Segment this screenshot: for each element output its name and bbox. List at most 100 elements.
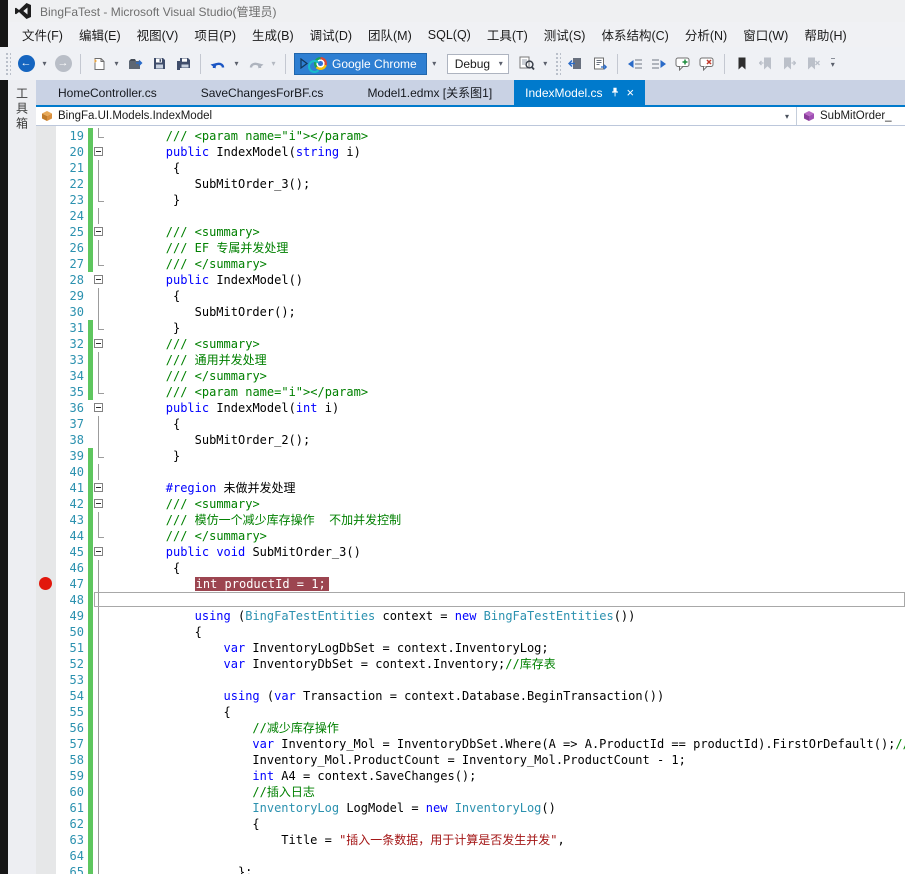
close-tab-icon[interactable]: × bbox=[627, 87, 635, 99]
outline-margin[interactable] bbox=[94, 496, 108, 512]
outline-margin[interactable] bbox=[94, 480, 108, 496]
breakpoint-margin[interactable] bbox=[36, 448, 56, 464]
code-text[interactable]: int productId = 1; bbox=[108, 576, 329, 592]
breakpoint-margin[interactable] bbox=[36, 752, 56, 768]
breakpoint-margin[interactable] bbox=[36, 368, 56, 384]
breakpoint-margin[interactable] bbox=[36, 304, 56, 320]
breakpoint-margin[interactable] bbox=[36, 352, 56, 368]
breakpoint-margin[interactable] bbox=[36, 128, 56, 144]
collapse-box-icon[interactable] bbox=[94, 547, 103, 556]
menu-item[interactable]: 调试(D) bbox=[302, 21, 360, 48]
code-text[interactable]: { bbox=[108, 560, 180, 576]
code-text[interactable]: } bbox=[108, 448, 180, 464]
menu-item[interactable]: 测试(S) bbox=[536, 21, 594, 48]
code-text[interactable]: InventoryLog LogModel = new InventoryLog… bbox=[108, 800, 556, 816]
breakpoint-margin[interactable] bbox=[36, 768, 56, 784]
member-dropdown[interactable]: SubMitOrder_ bbox=[796, 107, 905, 125]
outline-margin[interactable] bbox=[94, 336, 108, 352]
toolbar-grip[interactable] bbox=[5, 52, 11, 76]
toolbox-tab[interactable]: 工具箱 bbox=[14, 87, 31, 145]
breakpoint-margin[interactable] bbox=[36, 720, 56, 736]
code-text[interactable]: /// 通用并发处理 bbox=[108, 352, 267, 368]
start-debug-dropdown[interactable]: ▾ bbox=[429, 59, 440, 68]
toggle-bookmark-button[interactable] bbox=[731, 53, 753, 75]
code-text[interactable]: public IndexModel() bbox=[108, 272, 303, 288]
breakpoint-margin[interactable] bbox=[36, 512, 56, 528]
code-text[interactable]: var InventoryLogDbSet = context.Inventor… bbox=[108, 640, 549, 656]
breakpoint-margin[interactable] bbox=[36, 736, 56, 752]
breakpoint-margin[interactable] bbox=[36, 608, 56, 624]
breakpoint-margin[interactable] bbox=[36, 688, 56, 704]
code-text[interactable]: SubMitOrder_3(); bbox=[108, 176, 310, 192]
collapse-box-icon[interactable] bbox=[94, 499, 103, 508]
code-text[interactable]: SubMitOrder(); bbox=[108, 304, 296, 320]
code-text[interactable]: { bbox=[108, 624, 202, 640]
menu-item[interactable]: 工具(T) bbox=[479, 21, 536, 48]
find-in-files-button[interactable] bbox=[516, 53, 538, 75]
code-text[interactable]: }; bbox=[108, 864, 252, 874]
code-text[interactable]: { bbox=[108, 704, 231, 720]
debug-config-dropdown[interactable]: Debug ▾ bbox=[447, 54, 509, 74]
code-text[interactable]: /// <param name="i"></param> bbox=[108, 384, 368, 400]
code-text[interactable]: } bbox=[108, 192, 180, 208]
code-text[interactable]: //插入日志 bbox=[108, 784, 315, 800]
code-text[interactable]: public IndexModel(string i) bbox=[108, 144, 361, 160]
breakpoint-margin[interactable] bbox=[36, 400, 56, 416]
navigate-forward-button[interactable]: → bbox=[52, 53, 74, 75]
breakpoint-margin[interactable] bbox=[36, 864, 56, 874]
redo-button[interactable] bbox=[244, 53, 266, 75]
code-text[interactable]: /// 模仿一个减少库存操作 不加并发控制 bbox=[108, 512, 401, 528]
menu-item[interactable]: 窗口(W) bbox=[735, 21, 796, 48]
open-file-button[interactable] bbox=[124, 53, 146, 75]
code-text[interactable]: using (var Transaction = context.Databas… bbox=[108, 688, 664, 704]
breakpoint-margin[interactable] bbox=[36, 256, 56, 272]
navigate-backward-dropdown[interactable]: ▾ bbox=[39, 59, 50, 68]
outline-margin[interactable] bbox=[94, 400, 108, 416]
breakpoint-margin[interactable] bbox=[36, 560, 56, 576]
breakpoint-margin[interactable] bbox=[36, 384, 56, 400]
breakpoint-margin[interactable] bbox=[36, 320, 56, 336]
breakpoint-margin[interactable] bbox=[36, 800, 56, 816]
breakpoint-margin[interactable] bbox=[36, 640, 56, 656]
navigate-backward-button[interactable]: ← bbox=[15, 53, 37, 75]
code-text[interactable]: /// </summary> bbox=[108, 256, 267, 272]
code-text[interactable]: Title = "插入一条数据，用于计算是否发生并发", bbox=[108, 832, 565, 848]
type-dropdown-chevron-icon[interactable]: ▾ bbox=[778, 112, 796, 121]
code-text[interactable]: } bbox=[108, 320, 180, 336]
code-text[interactable]: var InventoryDbSet = context.Inventory;/… bbox=[108, 656, 556, 672]
code-text[interactable]: /// </summary> bbox=[108, 368, 267, 384]
previous-bookmark-button[interactable] bbox=[755, 53, 777, 75]
next-bookmark-button[interactable] bbox=[779, 53, 801, 75]
breakpoint-margin[interactable] bbox=[36, 272, 56, 288]
breakpoint-margin[interactable] bbox=[36, 528, 56, 544]
code-text[interactable]: public void SubMitOrder_3() bbox=[108, 544, 361, 560]
menu-item[interactable]: 文件(F) bbox=[14, 21, 71, 48]
outline-margin[interactable] bbox=[94, 144, 108, 160]
menu-item[interactable]: 团队(M) bbox=[360, 21, 420, 48]
collapse-box-icon[interactable] bbox=[94, 275, 103, 284]
breakpoint-margin[interactable] bbox=[36, 432, 56, 448]
breakpoint-margin[interactable] bbox=[36, 544, 56, 560]
breakpoint-margin[interactable] bbox=[36, 672, 56, 688]
breakpoint-margin[interactable] bbox=[36, 816, 56, 832]
breakpoint-icon[interactable] bbox=[39, 577, 52, 590]
outline-margin[interactable] bbox=[94, 224, 108, 240]
menu-item[interactable]: 视图(V) bbox=[129, 21, 187, 48]
code-text[interactable]: //减少库存操作 bbox=[108, 720, 339, 736]
breakpoint-margin[interactable] bbox=[36, 848, 56, 864]
breakpoint-margin[interactable] bbox=[36, 176, 56, 192]
breakpoint-margin[interactable] bbox=[36, 656, 56, 672]
code-text[interactable]: { bbox=[108, 816, 260, 832]
code-text[interactable]: Inventory_Mol.ProductCount = Inventory_M… bbox=[108, 752, 686, 768]
collapse-box-icon[interactable] bbox=[94, 147, 103, 156]
new-file-dropdown[interactable]: ▾ bbox=[111, 59, 122, 68]
new-file-button[interactable] bbox=[87, 53, 109, 75]
breakpoint-margin[interactable] bbox=[36, 144, 56, 160]
code-text[interactable]: { bbox=[108, 160, 180, 176]
menu-item[interactable]: 编辑(E) bbox=[71, 21, 129, 48]
redo-dropdown[interactable]: ▾ bbox=[268, 59, 279, 68]
undo-button[interactable] bbox=[207, 53, 229, 75]
code-text[interactable]: /// </summary> bbox=[108, 528, 267, 544]
find-dropdown[interactable]: ▾ bbox=[540, 59, 551, 68]
comment-out-button[interactable] bbox=[672, 53, 694, 75]
